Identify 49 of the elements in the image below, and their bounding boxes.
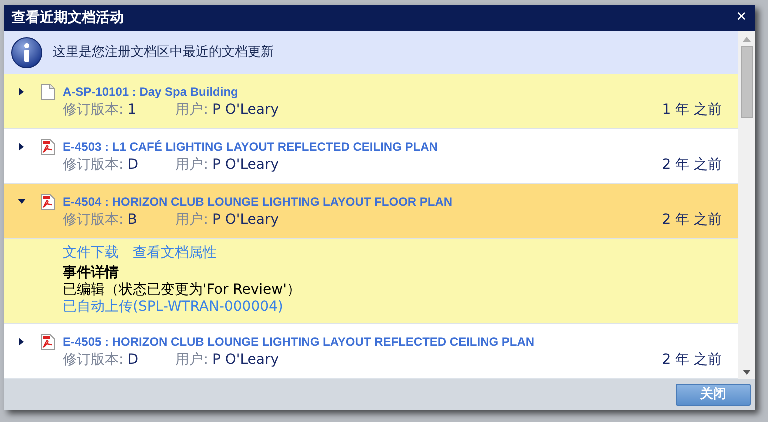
document-icon	[41, 84, 55, 100]
time-ago: 2 年 之前	[662, 351, 722, 369]
pdf-file-icon	[41, 139, 55, 155]
revision-value: D	[128, 156, 140, 174]
document-title-link[interactable]: A-SP-10101 : Day Spa Building	[63, 84, 722, 100]
dialog-title: 查看近期文档活动	[12, 8, 124, 28]
expand-arrow-icon[interactable]	[18, 338, 26, 346]
upload-link[interactable]: 已自动上传(SPL-WTRAN-000004)	[63, 299, 284, 316]
time-ago: 2 年 之前	[662, 211, 722, 229]
revision-label: 修订版本:	[63, 156, 124, 174]
revision-value: B	[128, 211, 138, 229]
pdf-file-icon	[41, 334, 55, 350]
expand-arrow-icon[interactable]	[18, 88, 26, 96]
action-link[interactable]: 查看文档属性	[133, 245, 217, 262]
user-label: 用户:	[176, 101, 208, 119]
document-row[interactable]: E-4504 : HORIZON CLUB LOUNGE LIGHTING LAYOUT FLOOR PLAN 修订版本: B 用户: P O'Leary 2 年 之前	[4, 184, 738, 239]
user-label: 用户:	[176, 211, 208, 229]
document-title-link[interactable]: E-4503 : L1 CAFÉ LIGHTING LAYOUT REFLECTED CEILING PLAN	[63, 139, 722, 155]
action-link[interactable]: 文件下载	[63, 245, 119, 262]
time-ago: 2 年 之前	[662, 156, 722, 174]
revision-label: 修订版本:	[63, 351, 124, 369]
details-heading: 事件详情	[63, 265, 120, 282]
user-value: P O'Leary	[212, 101, 279, 119]
document-row[interactable]: A-SP-10101 : Day Spa Building 修订版本: 1 用户: P O'Leary 1 年 之前	[4, 74, 738, 129]
document-row[interactable]: E-4503 : L1 CAFÉ LIGHTING LAYOUT REFLECTED CEILING PLAN 修订版本: D 用户: P O'Leary 2 年 之前	[4, 129, 738, 184]
close-dialog-button[interactable]: 关闭	[676, 384, 751, 406]
scrollbar[interactable]	[738, 31, 755, 379]
collapse-arrow-icon[interactable]	[18, 198, 26, 206]
revision-value: 1	[128, 101, 138, 119]
scroll-down-icon[interactable]	[742, 370, 750, 375]
user-value: P O'Leary	[212, 211, 279, 229]
revision-label: 修订版本:	[63, 101, 124, 119]
user-label: 用户:	[176, 351, 208, 369]
time-ago: 1 年 之前	[662, 101, 722, 119]
user-label: 用户:	[176, 156, 208, 174]
info-text: 这里是您注册文档区中最近的文档更新	[53, 44, 274, 62]
revision-value: D	[128, 351, 140, 369]
user-value: P O'Leary	[212, 156, 279, 174]
document-title-link[interactable]: E-4505 : HORIZON CLUB LOUNGE LIGHTING LAYOUT REFLECTED CEILING PLAN	[63, 334, 722, 350]
revision-label: 修订版本:	[63, 211, 124, 229]
close-button[interactable]: ✕	[736, 8, 747, 28]
info-icon	[11, 36, 43, 68]
pdf-file-icon	[41, 194, 55, 210]
user-value: P O'Leary	[212, 351, 279, 369]
expand-arrow-icon[interactable]	[18, 143, 26, 151]
scroll-thumb[interactable]	[740, 46, 752, 118]
event-text: 已编辑（状态已变更为'For Review'）	[63, 282, 302, 299]
document-title-link[interactable]: E-4504 : HORIZON CLUB LOUNGE LIGHTING LAYOUT FLOOR PLAN	[63, 194, 722, 210]
document-row[interactable]: E-4505 : HORIZON CLUB LOUNGE LIGHTING LAYOUT REFLECTED CEILING PLAN 修订版本: D 用户: P O'Leary 2 年 之前	[4, 324, 738, 379]
